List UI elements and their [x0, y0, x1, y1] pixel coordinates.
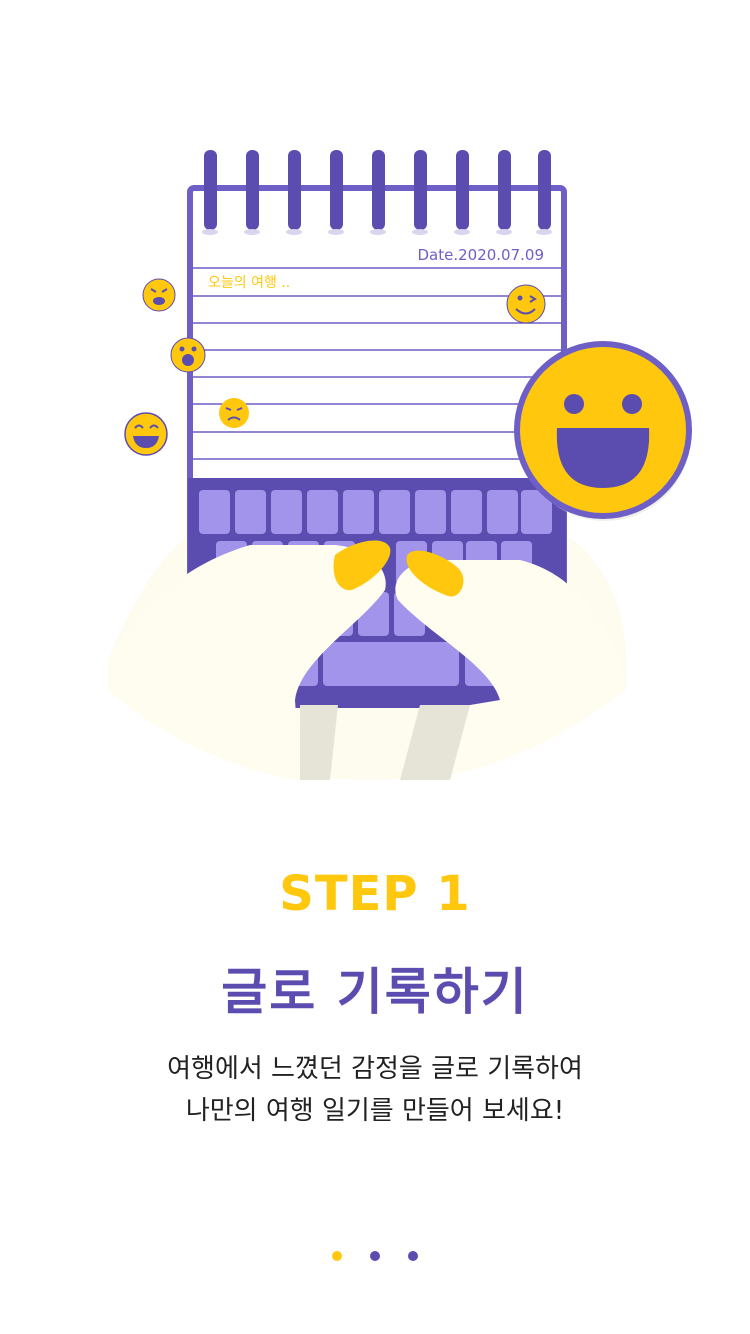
page-title: 글로 기록하기 — [221, 963, 529, 1021]
page-dot-3[interactable] — [408, 1251, 418, 1261]
emoji-laugh-icon — [124, 412, 168, 456]
diary-date: Date.2020.07.09 — [417, 246, 544, 264]
emoji-surprised-icon — [170, 337, 206, 373]
emoji-grin-icon — [514, 341, 692, 521]
description: 여행에서 느꼈던 감정을 글로 기록하여 나만의 여행 일기를 만들어 보세요! — [0, 1048, 750, 1132]
step-label: STEP 1 — [279, 866, 471, 922]
emoji-wink-icon — [506, 284, 546, 324]
page-dot-1[interactable] — [332, 1251, 342, 1261]
diary-first-line: 오늘의 여행 .. — [208, 275, 290, 291]
emoji-unamused-icon — [219, 398, 249, 428]
hero-illustration: Date.2020.07.09 오늘의 여행 .. — [0, 0, 750, 800]
description-line-1: 여행에서 느꼈던 감정을 글로 기록하여 — [167, 1054, 583, 1084]
description-line-2: 나만의 여행 일기를 만들어 보세요! — [185, 1096, 565, 1126]
page-dot-2[interactable] — [370, 1251, 380, 1261]
page-indicator — [0, 1251, 750, 1261]
emoji-angry-icon — [142, 278, 176, 312]
